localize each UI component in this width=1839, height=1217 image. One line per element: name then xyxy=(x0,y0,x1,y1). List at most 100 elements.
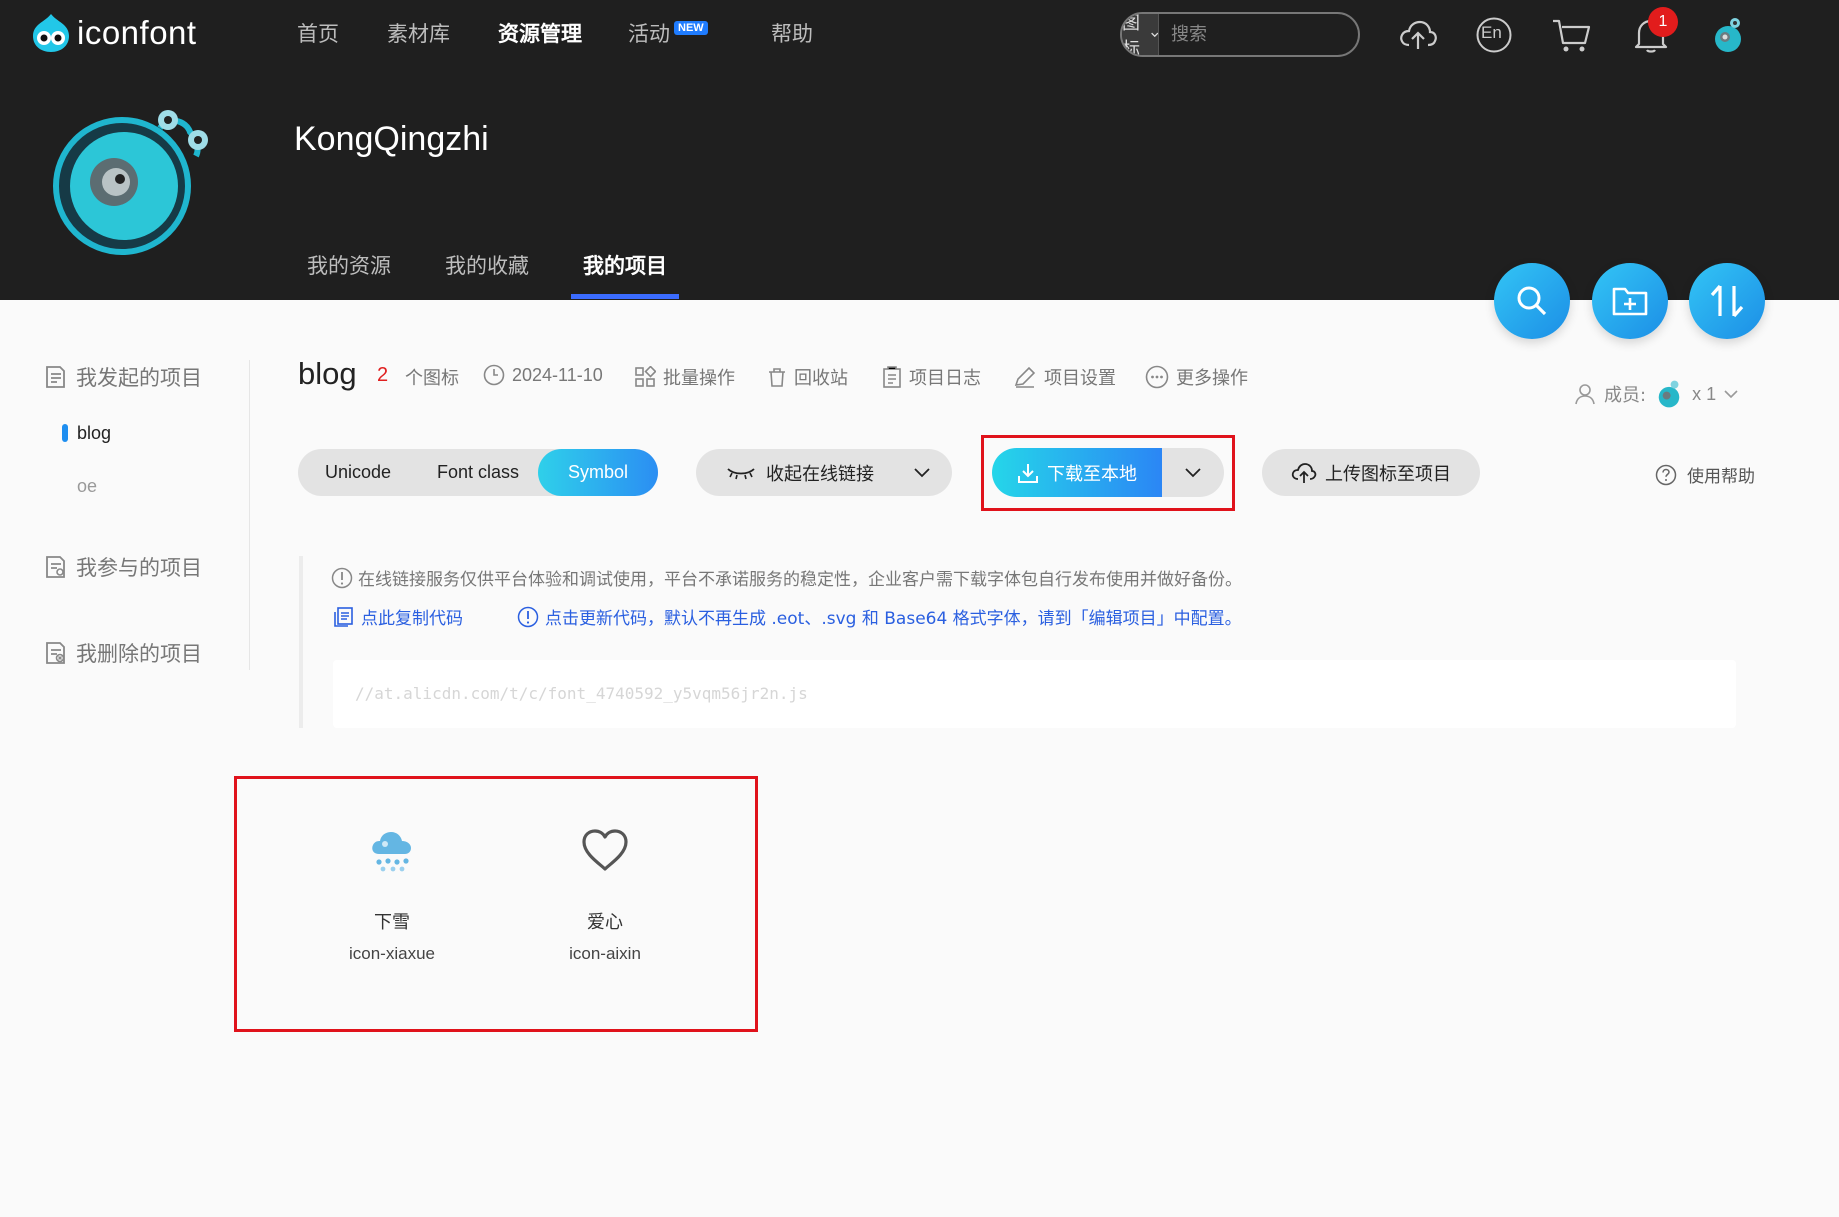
more-actions-label: 更多操作 xyxy=(1176,368,1248,389)
logo-icon xyxy=(33,14,69,52)
sidebar-section-deleted-label: 我删除的项目 xyxy=(76,642,202,666)
update-code-label: 点击更新代码，默认不再生成 .eot、.svg 和 Base64 格式字体，请到… xyxy=(545,609,1242,629)
icons-highlight-box xyxy=(234,776,758,1032)
icon-count-suffix-label: 个图标 xyxy=(405,368,459,389)
subnav-active-indicator xyxy=(571,294,679,299)
sidebar-section-joined[interactable]: 我参与的项目 xyxy=(44,552,202,582)
format-unicode-tab[interactable]: Unicode xyxy=(298,449,418,496)
upload-cloud-icon xyxy=(1291,462,1317,483)
profile-username: KongQingzhi xyxy=(294,120,489,158)
icon-count: 2 xyxy=(377,364,389,386)
trash-icon xyxy=(769,368,785,387)
usage-help-link[interactable]: 使用帮助 xyxy=(1655,462,1755,487)
copy-code-label: 点此复制代码 xyxy=(361,609,463,629)
eye-closed-icon xyxy=(727,467,755,479)
upload-cloud-icon[interactable] xyxy=(1397,14,1439,56)
members-label: 成员: xyxy=(1604,385,1647,406)
icon-count-suffix: 个图标 xyxy=(405,364,459,390)
nav-help-label: 帮助 xyxy=(771,22,813,46)
cart-icon[interactable] xyxy=(1550,14,1592,56)
search-icon xyxy=(1517,286,1547,316)
chevron-down-icon xyxy=(1724,389,1738,398)
nav-home-label: 首页 xyxy=(297,22,339,46)
more-icon xyxy=(1145,365,1169,389)
search-input[interactable] xyxy=(1159,14,1358,55)
notification-badge: 1 xyxy=(1648,7,1678,37)
sidebar-section-deleted[interactable]: 我删除的项目 xyxy=(44,638,202,668)
format-switcher: Unicode Font class Symbol xyxy=(298,449,658,496)
recycle-bin-label: 回收站 xyxy=(794,368,848,389)
search-project-button[interactable] xyxy=(1494,263,1570,339)
avatar[interactable] xyxy=(1707,14,1749,56)
question-icon xyxy=(1655,464,1677,485)
new-project-button[interactable] xyxy=(1592,263,1668,339)
chevron-down-icon xyxy=(914,467,930,477)
nav-resource-label: 资源管理 xyxy=(498,22,582,46)
code-text[interactable]: //at.alicdn.com/t/c/font_4740592_y5vqm56… xyxy=(355,684,808,703)
chevron-down-icon xyxy=(1150,32,1158,37)
upload-icons-label: 上传图标至项目 xyxy=(1325,463,1451,485)
clipboard-icon xyxy=(883,366,901,388)
subnav-my-favorites[interactable]: 我的收藏 xyxy=(445,250,529,280)
document-icon xyxy=(46,366,65,388)
folder-add-icon xyxy=(1612,287,1648,316)
subnav-my-projects[interactable]: 我的项目 xyxy=(583,250,667,280)
pencil-icon xyxy=(1014,366,1036,388)
project-date: 2024-11-10 xyxy=(483,364,603,386)
batch-operation-label: 批量操作 xyxy=(663,368,735,389)
collapse-online-link-label: 收起在线链接 xyxy=(766,463,874,485)
new-badge: NEW xyxy=(674,21,708,35)
search-type-select[interactable]: 图标 xyxy=(1122,14,1159,55)
document-delete-icon xyxy=(46,642,65,664)
format-symbol-tab[interactable]: Symbol xyxy=(538,449,658,496)
sidebar-divider xyxy=(249,360,250,670)
format-fontclass-tab[interactable]: Font class xyxy=(418,449,538,496)
recycle-bin-button[interactable]: 回收站 xyxy=(767,364,848,390)
project-log-label: 项目日志 xyxy=(909,368,981,389)
sidebar-item-oe[interactable]: oe xyxy=(77,476,97,497)
logo[interactable]: iconfont xyxy=(29,12,197,54)
nav-activity[interactable]: 活动 NEW xyxy=(628,18,708,48)
more-actions-button[interactable]: 更多操作 xyxy=(1145,364,1248,390)
project-title: blog xyxy=(298,356,357,391)
collapse-online-link-button[interactable]: 收起在线链接 xyxy=(696,449,952,496)
subnav-my-resources[interactable]: 我的资源 xyxy=(307,250,391,280)
sidebar-section-joined-label: 我参与的项目 xyxy=(76,556,202,580)
batch-operation-button[interactable]: 批量操作 xyxy=(634,364,735,390)
nav-material-label: 素材库 xyxy=(387,22,450,46)
brand-name: iconfont xyxy=(77,14,197,51)
member-avatar xyxy=(1658,380,1680,408)
nav-activity-label: 活动 xyxy=(628,22,670,46)
sidebar-section-created[interactable]: 我发起的项目 xyxy=(44,362,202,392)
search-box: 图标 xyxy=(1120,12,1360,57)
members-dropdown[interactable]: 成员: x 1 xyxy=(1574,378,1738,410)
nav-material[interactable]: 素材库 xyxy=(387,18,450,48)
language-label: En xyxy=(1481,23,1502,42)
download-highlight-box xyxy=(981,435,1235,511)
project-log-button[interactable]: 项目日志 xyxy=(882,364,981,390)
nav-help[interactable]: 帮助 xyxy=(771,18,813,48)
sidebar-item-blog[interactable]: blog xyxy=(77,423,111,444)
project-settings-button[interactable]: 项目设置 xyxy=(1013,364,1116,390)
copy-icon xyxy=(334,606,353,627)
sort-icon xyxy=(1710,284,1744,318)
project-date-label: 2024-11-10 xyxy=(512,364,603,385)
members-count: x 1 xyxy=(1692,383,1717,404)
update-code-link[interactable]: 点击更新代码，默认不再生成 .eot、.svg 和 Base64 格式字体，请到… xyxy=(517,604,1242,629)
upload-icons-button[interactable]: 上传图标至项目 xyxy=(1262,449,1480,496)
sort-button[interactable] xyxy=(1689,263,1765,339)
usage-help-label: 使用帮助 xyxy=(1687,467,1755,487)
sidebar-active-indicator xyxy=(62,424,68,442)
service-notice: 在线链接服务仅供平台体验和调试使用，平台不承诺服务的稳定性，企业客户需下载字体包… xyxy=(331,565,1242,590)
grid-icon xyxy=(635,366,656,387)
nav-home[interactable]: 首页 xyxy=(297,18,339,48)
service-notice-text: 在线链接服务仅供平台体验和调试使用，平台不承诺服务的稳定性，企业客户需下载字体包… xyxy=(358,570,1242,590)
info-icon xyxy=(331,567,353,588)
info-icon xyxy=(517,606,539,627)
clock-icon xyxy=(483,364,505,386)
nav-resource[interactable]: 资源管理 xyxy=(498,18,582,48)
user-icon xyxy=(1575,384,1595,405)
copy-code-link[interactable]: 点此复制代码 xyxy=(333,604,463,629)
project-settings-label: 项目设置 xyxy=(1044,368,1116,389)
language-en-icon[interactable]: En xyxy=(1473,14,1515,56)
